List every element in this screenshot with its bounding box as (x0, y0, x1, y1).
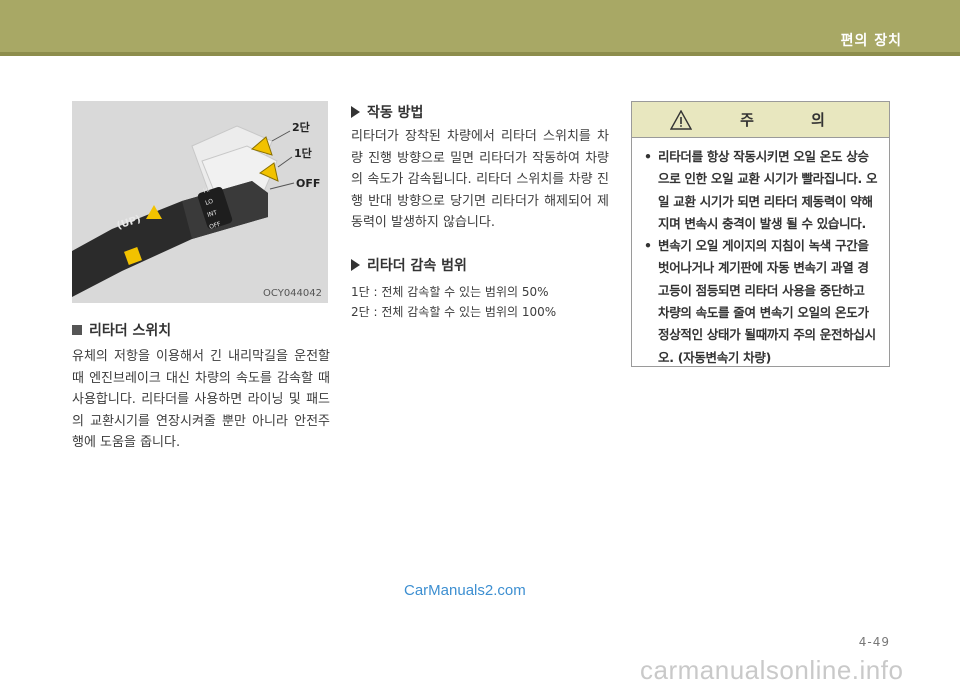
range-heading: 리타더 감속 범위 (351, 255, 467, 275)
section-heading: 리타더 스위치 (72, 320, 171, 340)
retarder-switch-figure: 2단 1단 OFF (UP) HI LO INT OFF OCY044042 (72, 101, 328, 303)
header-bar (0, 0, 960, 56)
operation-paragraph: 리타더가 장착된 차량에서 리타더 스위치를 차량 진행 방향으로 밀면 리타더… (351, 129, 609, 230)
figure-code: OCY044042 (263, 288, 322, 299)
caution-box: 주 의 • 리타더를 항상 작동시키면 오일 온도 상승으로 인한 오일 교환 … (631, 101, 890, 367)
bullet-dot: • (644, 238, 652, 254)
caution-list: • 리타더를 항상 작동시키면 오일 온도 상승으로 인한 오일 교환 시기가 … (632, 138, 889, 369)
bullet-dot: • (644, 149, 652, 164)
caution-item: • 변속기 오일 게이지의 지침이 녹색 구간을 벗어나거나 계기판에 자동 변… (644, 235, 879, 369)
caution-item-text: 변속기 오일 게이지의 지침이 녹색 구간을 벗어나거나 계기판에 자동 변속기… (658, 238, 876, 365)
section-paragraph: 유체의 저항을 이용해서 긴 내리막길을 운전할 때 엔진브레이크 대신 차량의… (72, 349, 330, 450)
header-accent-line (0, 52, 960, 56)
caution-header: 주 의 (632, 102, 889, 138)
warning-triangle-icon (670, 109, 693, 130)
operation-heading: 작동 방법 (351, 102, 423, 122)
section-heading-text: 리타더 스위치 (89, 323, 172, 339)
page-section-title: 편의 장치 (840, 33, 902, 49)
square-bullet-icon (72, 325, 82, 335)
leader-stage2 (271, 130, 291, 142)
triangle-bullet-icon (351, 259, 360, 271)
caution-item-text: 리타더를 항상 작동시키면 오일 온도 상승으로 인한 오일 교환 시기가 빨라… (658, 149, 878, 231)
retarder-lever-illustration: 2단 1단 OFF (UP) HI LO INT OFF (72, 120, 320, 297)
caution-item: • 리타더를 항상 작동시키면 오일 온도 상승으로 인한 오일 교환 시기가 … (644, 146, 879, 235)
range-line-stage1: 1단 : 전체 감속할 수 있는 범위의 50% (351, 285, 549, 299)
leader-off (269, 182, 295, 190)
watermark-link[interactable]: CarManuals2.com (404, 582, 526, 599)
page-number: 4-49 (858, 635, 890, 649)
caution-title: 주 의 (740, 111, 851, 129)
leader-stage1 (277, 156, 293, 168)
range-line-stage2: 2단 : 전체 감속할 수 있는 범위의 100% (351, 305, 557, 319)
range-heading-text: 리타더 감속 범위 (367, 258, 467, 274)
operation-heading-text: 작동 방법 (367, 105, 424, 121)
label-stage1: 1단 (294, 146, 312, 160)
footer-watermark: carmanualsonline.info (640, 655, 904, 685)
triangle-bullet-icon (351, 106, 360, 118)
label-off: OFF (296, 177, 320, 190)
label-stage2: 2단 (292, 120, 310, 134)
